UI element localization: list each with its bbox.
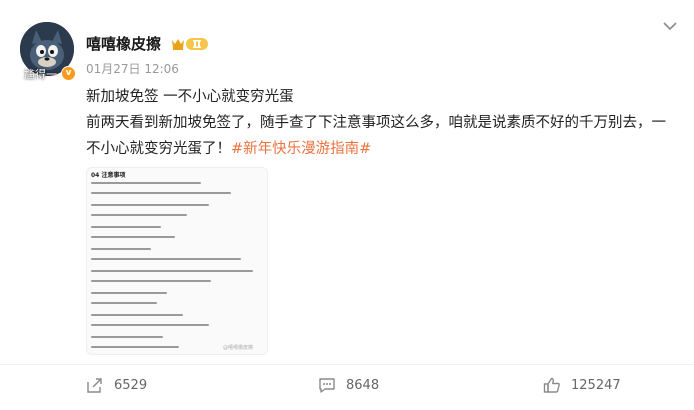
chevron-down-icon[interactable] bbox=[662, 20, 678, 32]
image-text-line bbox=[91, 280, 211, 282]
hashtag-link[interactable]: #新年快乐漫游指南# bbox=[231, 141, 371, 157]
image-text-line bbox=[91, 302, 157, 304]
image-text-line bbox=[91, 192, 231, 194]
image-text-line bbox=[91, 182, 201, 184]
footer-divider bbox=[0, 364, 694, 365]
image-text-line bbox=[91, 270, 253, 272]
image-text-line bbox=[91, 258, 241, 260]
verified-badge: v bbox=[61, 66, 76, 81]
post-body-text: 前两天看到新加坡免签了，随手查了下注意事项这么多，咱就是说素质不好的千万别去，一… bbox=[86, 115, 666, 157]
share-button[interactable]: 6529 bbox=[86, 374, 147, 396]
username[interactable]: 嘻嘻橡皮擦 bbox=[86, 33, 161, 54]
image-text-line bbox=[91, 292, 167, 294]
like-button[interactable]: 125247 bbox=[543, 374, 621, 396]
image-text-line bbox=[91, 204, 209, 206]
image-text-line bbox=[91, 214, 187, 216]
post-body: 前两天看到新加坡免签了，随手查了下注意事项这么多，咱就是说素质不好的千万别去，一… bbox=[86, 110, 676, 162]
comment-count: 8648 bbox=[346, 377, 380, 393]
weibo-post-card: 尴得一 v 嘻嘻橡皮擦 01月27日 12:06 新加坡免签 一不小心就变穷光蛋… bbox=[0, 0, 694, 410]
comment-button[interactable]: 8648 bbox=[318, 374, 379, 396]
image-text-line bbox=[91, 324, 209, 326]
crown-level-icon[interactable] bbox=[170, 36, 210, 52]
image-text-line bbox=[91, 314, 183, 316]
attached-image[interactable]: 04 注意事项 @嘻嘻橡皮擦 bbox=[86, 167, 268, 355]
post-headline: 新加坡免签 一不小心就变穷光蛋 bbox=[86, 89, 294, 105]
post-text: 新加坡免签 一不小心就变穷光蛋 前两天看到新加坡免签了，随手查了下注意事项这么多… bbox=[86, 84, 676, 162]
image-text-line bbox=[91, 248, 151, 250]
image-text-line bbox=[91, 336, 163, 338]
image-text-line bbox=[91, 226, 161, 228]
avatar-caption: 尴得一 bbox=[24, 68, 57, 81]
image-doc-title: 04 注意事项 bbox=[91, 172, 126, 179]
thumbs-up-icon bbox=[543, 377, 560, 393]
comment-icon bbox=[319, 378, 335, 393]
like-count: 125247 bbox=[571, 377, 621, 393]
image-watermark: @嘻嘻橡皮擦 bbox=[223, 345, 254, 351]
share-count: 6529 bbox=[114, 377, 148, 393]
image-text-line bbox=[91, 236, 175, 238]
share-icon bbox=[87, 378, 102, 393]
image-text-line bbox=[91, 346, 179, 348]
post-timestamp[interactable]: 01月27日 12:06 bbox=[86, 60, 179, 77]
